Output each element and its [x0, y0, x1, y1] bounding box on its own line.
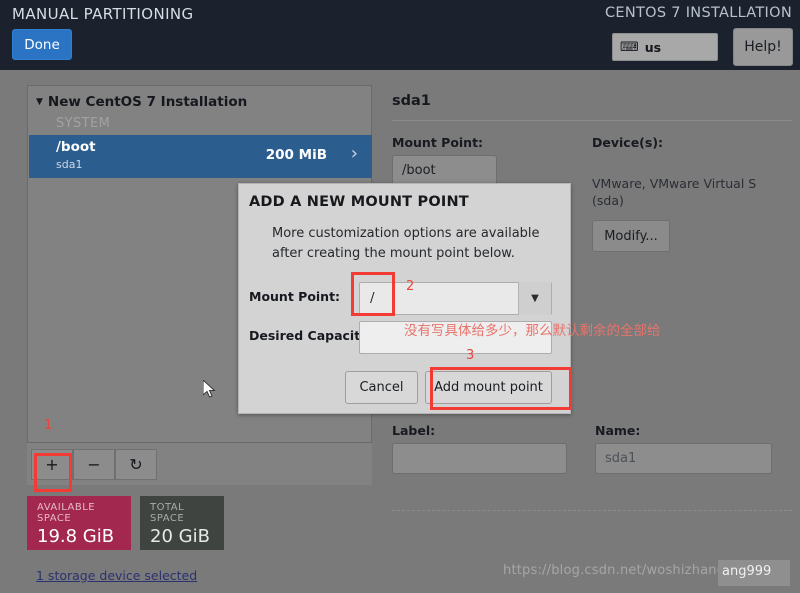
keyboard-layout-selector[interactable]: ⌨ us	[612, 33, 718, 61]
dialog-mount-point-combobox[interactable]: / ▼	[359, 282, 552, 315]
storage-device-link[interactable]: 1 storage device selected	[36, 568, 197, 583]
detail-label-input[interactable]	[392, 443, 567, 474]
keyboard-layout-label: us	[644, 39, 662, 55]
section-label-system: SYSTEM	[56, 116, 111, 131]
detail-label-label: Label:	[392, 423, 436, 438]
available-space-label: AVAILABLE SPACE	[37, 502, 96, 524]
partition-mount-point: /boot	[56, 139, 96, 155]
partition-device-name: sda1	[56, 158, 83, 171]
detail-devices-value: VMware, VMware Virtual S (sda)	[592, 176, 757, 208]
total-space-label: TOTAL SPACE	[150, 502, 185, 524]
available-space-value: 19.8 GiB	[37, 526, 115, 547]
installer-window: MANUAL PARTITIONING CENTOS 7 INSTALLATIO…	[0, 0, 800, 593]
partition-toolbar: + − ↻	[27, 442, 372, 485]
product-label: CENTOS 7 INSTALLATION	[604, 5, 792, 21]
detail-name-label: Name:	[595, 423, 641, 438]
page-title: MANUAL PARTITIONING	[12, 5, 194, 23]
dialog-mount-point-value: /	[370, 290, 375, 306]
refresh-partitions-button[interactable]: ↻	[115, 449, 157, 480]
available-space-box: AVAILABLE SPACE 19.8 GiB	[27, 496, 131, 550]
total-space-box: TOTAL SPACE 20 GiB	[140, 496, 224, 550]
dialog-mount-point-label: Mount Point:	[249, 289, 341, 304]
add-partition-button[interactable]: +	[31, 449, 73, 480]
detail-title: sda1	[392, 93, 431, 109]
detail-dashed-divider	[392, 510, 792, 511]
done-button[interactable]: Done	[12, 29, 72, 60]
dialog-title: ADD A NEW MOUNT POINT	[249, 194, 469, 210]
dialog-description: More customization options are available…	[272, 226, 540, 261]
help-button[interactable]: Help!	[733, 28, 793, 66]
modify-device-button[interactable]: Modify...	[592, 220, 670, 252]
detail-devices-label: Device(s):	[592, 135, 664, 150]
partition-row-boot[interactable]: /boot sda1 200 MiB ›	[29, 135, 372, 178]
dialog-add-mount-point-button[interactable]: Add mount point	[425, 371, 552, 404]
installation-group-header[interactable]: ▼ New CentOS 7 Installation	[36, 94, 366, 110]
app-header: MANUAL PARTITIONING CENTOS 7 INSTALLATIO…	[0, 0, 800, 70]
remove-partition-button[interactable]: −	[73, 449, 115, 480]
dialog-capacity-input[interactable]	[359, 321, 552, 354]
total-space-value: 20 GiB	[150, 526, 210, 547]
caret-down-icon: ▼	[36, 97, 43, 107]
detail-mount-point-input[interactable]: /boot	[392, 155, 497, 186]
dialog-cancel-button[interactable]: Cancel	[345, 371, 418, 404]
detail-divider	[392, 120, 792, 121]
detail-name-input[interactable]: sda1	[595, 443, 772, 474]
chevron-right-icon: ›	[350, 143, 358, 164]
partition-size: 200 MiB	[265, 147, 327, 163]
installation-group-label: New CentOS 7 Installation	[47, 94, 248, 110]
chevron-down-icon[interactable]: ▼	[518, 282, 551, 315]
dialog-capacity-label: Desired Capacity:	[249, 328, 374, 343]
add-mount-point-dialog: ADD A NEW MOUNT POINT More customization…	[238, 183, 571, 414]
detail-mount-point-label: Mount Point:	[392, 135, 484, 150]
keyboard-icon: ⌨	[620, 39, 639, 55]
